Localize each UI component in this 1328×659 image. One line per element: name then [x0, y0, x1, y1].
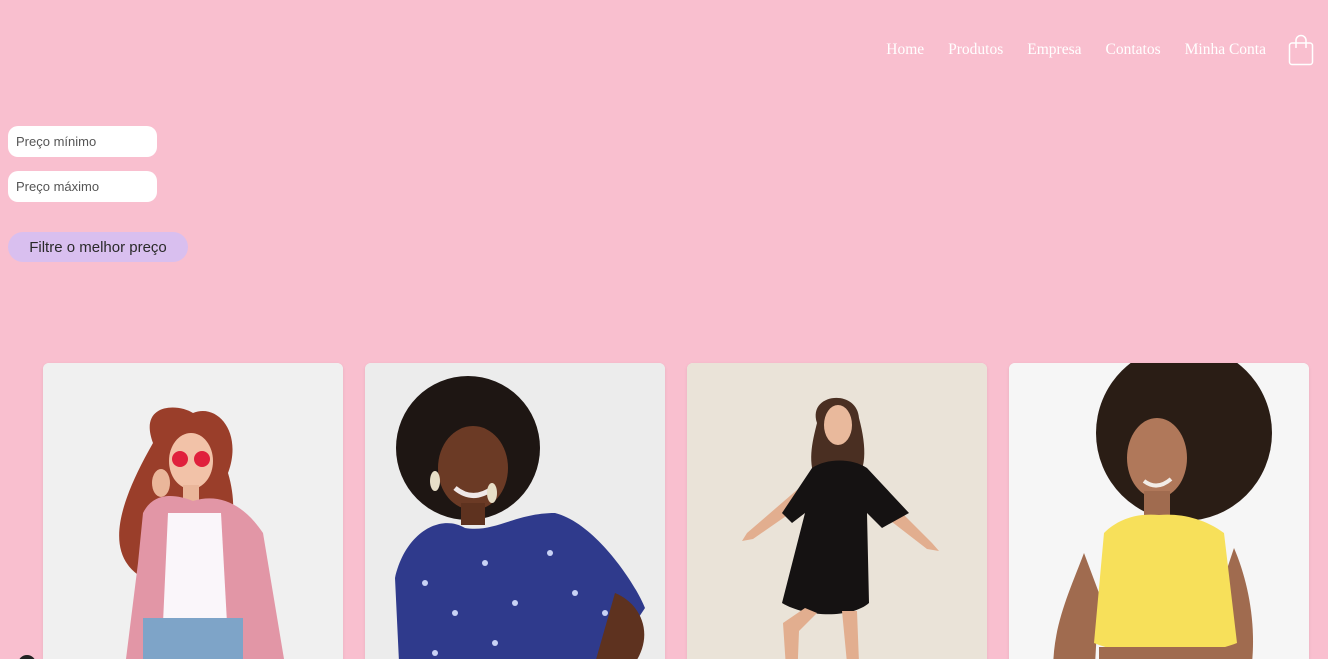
page: Home Produtos Empresa Contatos Minha Con… [0, 0, 1328, 659]
product-card[interactable] [687, 363, 987, 659]
product-card[interactable] [43, 363, 343, 659]
main-nav: Home Produtos Empresa Contatos Minha Con… [886, 34, 1314, 66]
product-image [43, 363, 343, 659]
shopping-bag-icon[interactable] [1288, 34, 1314, 66]
product-image [1009, 363, 1309, 659]
product-card[interactable] [365, 363, 665, 659]
max-price-input[interactable] [8, 171, 157, 202]
nav-empresa-link[interactable]: Empresa [1027, 35, 1081, 65]
nav-contatos-link[interactable]: Contatos [1106, 35, 1161, 65]
product-image [687, 363, 987, 659]
floating-widget-edge[interactable] [18, 655, 36, 659]
filter-price-button[interactable]: Filtre o melhor preço [8, 232, 188, 262]
nav-produtos-link[interactable]: Produtos [948, 35, 1003, 65]
min-price-input[interactable] [8, 126, 157, 157]
nav-minha-conta-link[interactable]: Minha Conta [1185, 35, 1266, 65]
product-card[interactable] [1009, 363, 1309, 659]
product-image [365, 363, 665, 659]
nav-home-link[interactable]: Home [886, 35, 924, 65]
